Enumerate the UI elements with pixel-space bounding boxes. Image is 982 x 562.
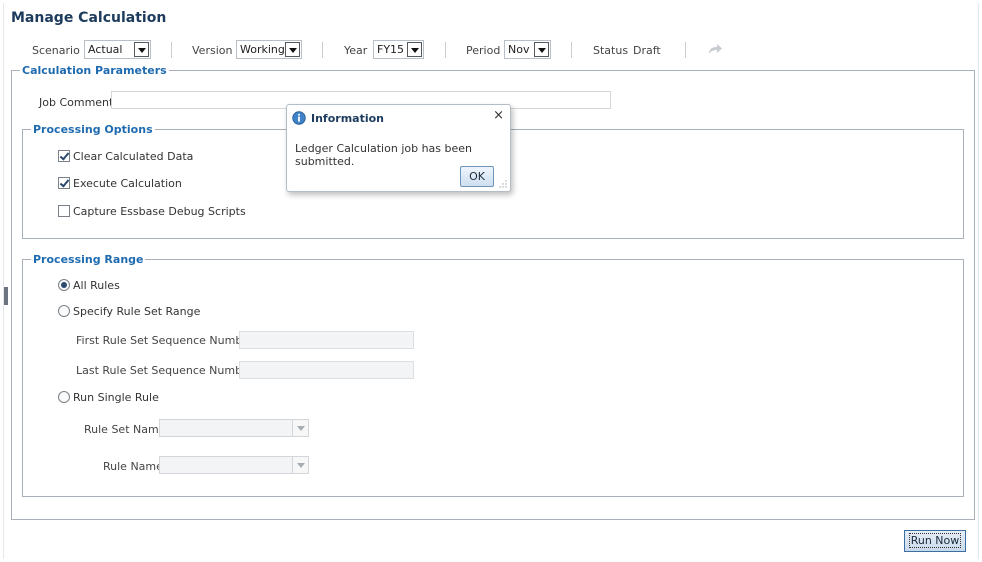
chevron-down-icon[interactable]	[407, 42, 422, 57]
rule-set-name-label: Rule Set Name	[84, 423, 166, 436]
processing-options-legend: Processing Options	[33, 123, 153, 136]
page-title: Manage Calculation	[11, 10, 167, 26]
toolbar-divider	[171, 42, 172, 58]
close-icon[interactable]: ×	[493, 108, 504, 123]
panel-collapse-handle[interactable]	[4, 287, 8, 305]
clear-calculated-data-label: Clear Calculated Data	[73, 150, 194, 163]
info-icon	[292, 111, 306, 125]
version-value: Working	[240, 43, 285, 56]
toolbar-divider	[445, 42, 446, 58]
chevron-down-icon[interactable]	[534, 42, 549, 57]
information-dialog: Information × Ledger Calculation job has…	[286, 104, 511, 192]
chevron-down-icon[interactable]	[134, 42, 149, 57]
execute-calculation-label: Execute Calculation	[73, 177, 182, 190]
dialog-message: Ledger Calculation job has been submitte…	[295, 142, 473, 168]
first-sequence-label: First Rule Set Sequence Number	[76, 334, 254, 347]
chevron-down-icon[interactable]	[292, 457, 308, 473]
chevron-down-icon[interactable]	[285, 42, 300, 57]
page-container: Manage Calculation Scenario Actual Versi…	[3, 3, 979, 559]
status-value: Draft	[633, 44, 661, 57]
capture-debug-scripts-label: Capture Essbase Debug Scripts	[73, 205, 246, 218]
scenario-select[interactable]: Actual	[84, 40, 151, 59]
job-comment-label: Job Comment	[39, 96, 114, 109]
toolbar-divider	[685, 42, 686, 58]
run-now-label: Run Now	[908, 533, 962, 548]
redo-arrow-icon[interactable]	[706, 41, 724, 57]
resize-grip-icon[interactable]	[499, 180, 507, 188]
toolbar: Scenario Actual Version Working Year FY1…	[4, 39, 978, 61]
toolbar-divider	[571, 42, 572, 58]
version-select[interactable]: Working	[236, 40, 302, 59]
scenario-value: Actual	[88, 43, 123, 56]
specify-rule-set-range-label: Specify Rule Set Range	[73, 305, 201, 318]
year-value: FY15	[377, 43, 405, 56]
rule-set-name-select[interactable]	[159, 419, 309, 437]
period-select[interactable]: Nov	[504, 40, 551, 59]
year-select[interactable]: FY15	[373, 40, 424, 59]
year-label: Year	[344, 44, 368, 57]
chevron-down-icon[interactable]	[292, 420, 308, 436]
toolbar-divider	[322, 42, 323, 58]
first-sequence-input[interactable]	[239, 331, 414, 349]
specify-rule-set-range-radio[interactable]	[58, 305, 70, 317]
calculation-parameters-legend: Calculation Parameters	[22, 64, 167, 77]
run-single-rule-radio[interactable]	[58, 391, 70, 403]
execute-calculation-checkbox[interactable]	[58, 177, 70, 189]
last-sequence-input[interactable]	[239, 361, 414, 379]
run-now-button[interactable]: Run Now	[904, 530, 966, 552]
period-value: Nov	[508, 43, 530, 56]
period-label: Period	[466, 44, 501, 57]
status-label: Status	[593, 44, 629, 57]
rule-name-select[interactable]	[159, 456, 309, 474]
last-sequence-label: Last Rule Set Sequence Number	[76, 364, 254, 377]
rule-name-label: Rule Name	[103, 460, 163, 473]
all-rules-label: All Rules	[73, 279, 120, 292]
ok-button[interactable]: OK	[460, 166, 494, 187]
clear-calculated-data-checkbox[interactable]	[58, 150, 70, 162]
capture-debug-scripts-checkbox[interactable]	[58, 205, 70, 217]
scenario-label: Scenario	[32, 44, 80, 57]
version-label: Version	[192, 44, 233, 57]
processing-range-legend: Processing Range	[33, 253, 144, 266]
run-single-rule-label: Run Single Rule	[73, 391, 159, 404]
dialog-title: Information	[311, 112, 384, 125]
all-rules-radio[interactable]	[58, 279, 70, 291]
